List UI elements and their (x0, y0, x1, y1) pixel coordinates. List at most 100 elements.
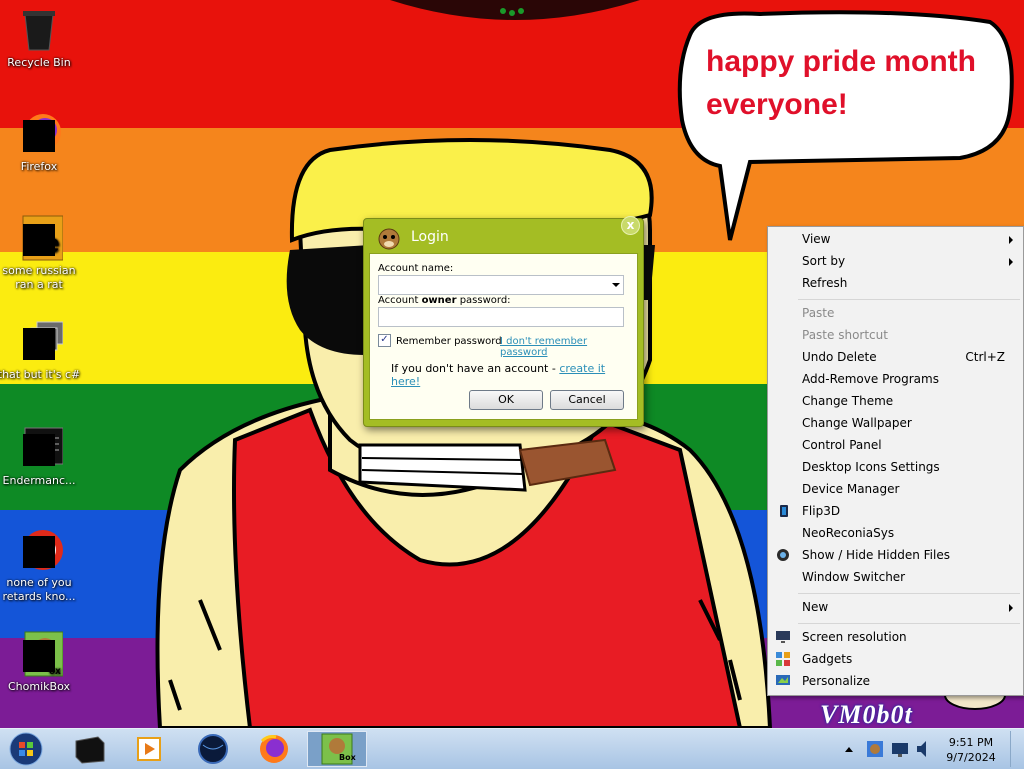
desktop-icon-chomikbox[interactable]: ox ChomikBox (0, 630, 81, 694)
desktop-icon-label: Recycle Bin (7, 56, 71, 69)
desktop-icon-endermanc[interactable]: Endermanc... (0, 424, 81, 488)
dark-box-icon (75, 736, 105, 764)
speech-bubble-line-1: happy pride month (706, 45, 976, 78)
taskbar-clock[interactable]: 9:51 PM 9/7/2024 (940, 735, 1002, 765)
taskbar-app-dark-box[interactable] (70, 731, 110, 767)
monitor-icon (775, 629, 791, 645)
menu-item-paste-shortcut: Paste shortcut (802, 328, 888, 342)
chomikbox-icon: ox (15, 630, 64, 678)
taskbar-app-firefox[interactable] (254, 731, 294, 767)
ok-button[interactable]: OK (469, 390, 543, 410)
login-title: Login (411, 229, 449, 245)
menu-item-show-hide-hidden-files[interactable]: Show / Hide Hidden Files (768, 544, 1023, 566)
tray-speaker-icon[interactable] (913, 731, 935, 767)
menu-item-personalize[interactable]: Personalize (768, 670, 1023, 692)
menu-item-flip3d[interactable]: Flip3D (768, 500, 1023, 522)
personalize-icon (775, 673, 791, 689)
windows-logo-icon (9, 732, 43, 766)
desktop-context-menu: View Sort by Refresh Paste Paste shortcu… (767, 226, 1024, 696)
menu-item-paste: Paste (802, 306, 835, 320)
desktop-icon-label: Firefox (20, 160, 58, 173)
login-dialog: Login x Account name: Account owner pass… (363, 216, 644, 427)
desktop-icon-label: some russian ran a rat (2, 264, 76, 291)
menu-item-control-panel[interactable]: Control Panel (768, 434, 1023, 456)
menu-item-refresh[interactable]: Refresh (768, 272, 1023, 294)
recycle-bin-icon (15, 6, 63, 54)
rat-app-icon: e (15, 214, 64, 262)
submenu-arrow-icon (1009, 236, 1013, 244)
media-player-icon (137, 737, 161, 761)
taskbar: Box 9:51 PM 9/7/2024 (0, 728, 1024, 769)
globe-icon (198, 734, 228, 764)
menu-item-view[interactable]: View (768, 228, 1023, 250)
taskbar-app-globe[interactable] (193, 731, 233, 767)
menu-item-gadgets[interactable]: Gadgets (768, 648, 1023, 670)
clock-date: 9/7/2024 (946, 751, 996, 764)
desktop-icon-that-but-its-csharp[interactable]: that but it's c# (0, 318, 81, 382)
character-sunglasses (286, 245, 370, 355)
menu-item-window-switcher[interactable]: Window Switcher (768, 566, 1023, 588)
red-circle-app-icon (15, 526, 63, 574)
flip3d-icon (775, 503, 791, 519)
account-name-label: Account name: (378, 263, 454, 274)
account-name-dropdown[interactable] (378, 275, 624, 295)
wallpaper-watermark: VM0b0t (820, 700, 913, 728)
character-mouth (358, 443, 527, 492)
password-label: Account owner password: (378, 295, 511, 306)
cancel-button[interactable]: Cancel (550, 390, 624, 410)
password-field[interactable] (378, 307, 624, 327)
undo-shortcut-text: Ctrl+Z (965, 350, 1005, 364)
menu-separator (798, 623, 1020, 624)
desktop-icon-some-russian-ran-a-rat[interactable]: e some russian ran a rat (0, 214, 81, 292)
login-body: Account name: Account owner password: ✓ … (369, 253, 638, 420)
menu-item-add-remove-programs[interactable]: Add-Remove Programs (768, 368, 1023, 390)
taskbar-app-media-player[interactable] (130, 731, 170, 767)
menu-item-screen-resolution[interactable]: Screen resolution (768, 626, 1023, 648)
desktop-icon-label: that but it's c# (0, 368, 81, 381)
no-account-text: If you don't have an account - create it… (391, 362, 606, 388)
menu-separator (798, 593, 1020, 594)
menu-separator (798, 299, 1020, 300)
menu-item-new[interactable]: New (768, 596, 1023, 618)
start-button[interactable] (4, 731, 48, 767)
menu-item-change-wallpaper[interactable]: Change Wallpaper (768, 412, 1023, 434)
submenu-arrow-icon (1009, 604, 1013, 612)
console-window-icon (15, 424, 64, 472)
desktop-icon-none-of-you[interactable]: none of you retards kno... (0, 526, 81, 604)
desktop-icon-label: none of you retards kno... (2, 576, 76, 603)
desktop-icon-recycle-bin[interactable]: Recycle Bin (0, 6, 81, 70)
submenu-arrow-icon (1009, 258, 1013, 266)
firefox-icon (260, 735, 288, 763)
show-desktop-button[interactable] (1010, 731, 1022, 767)
speech-bubble-line-2: everyone! (706, 88, 848, 121)
desktop-icon-firefox[interactable]: Firefox (0, 110, 81, 174)
gadgets-icon (775, 651, 791, 667)
tray-overflow-chevron-icon[interactable] (843, 731, 855, 767)
menu-item-neoreconiasys[interactable]: NeoReconiaSys (768, 522, 1023, 544)
remember-password-label: Remember password (396, 336, 502, 347)
tray-network-icon[interactable] (889, 731, 911, 767)
chomikbox-hamster-icon (376, 225, 402, 251)
tray-hamster-icon[interactable] (864, 731, 886, 767)
forgot-password-link[interactable]: I don't remember password (500, 336, 637, 358)
speech-bubble-text: happy pride month everyone! (706, 40, 1006, 126)
menu-item-change-theme[interactable]: Change Theme (768, 390, 1023, 412)
chevron-down-icon[interactable] (612, 283, 620, 287)
menu-item-desktop-icons-settings[interactable]: Desktop Icons Settings (768, 456, 1023, 478)
menu-item-undo-delete[interactable]: Undo Delete Ctrl+Z (768, 346, 1023, 368)
desktop-icon-label: Endermanc... (2, 474, 76, 487)
taskbar-app-chomikbox[interactable]: Box (307, 731, 367, 767)
firefox-icon (15, 110, 63, 158)
login-titlebar[interactable]: Login x (364, 216, 643, 253)
menu-item-sort-by[interactable]: Sort by (768, 250, 1023, 272)
eye-icon (775, 547, 791, 563)
chomikbox-icon (321, 733, 353, 765)
menu-item-device-manager[interactable]: Device Manager (768, 478, 1023, 500)
windows-stack-icon (15, 318, 64, 366)
clock-time: 9:51 PM (948, 736, 994, 749)
remember-password-checkbox[interactable]: ✓ (378, 334, 391, 347)
top-notch-shape (390, 0, 640, 20)
close-button[interactable]: x (621, 216, 640, 235)
desktop-icon-label: ChomikBox (8, 680, 70, 693)
chomikbox-taskbar-label: Box (339, 753, 356, 762)
